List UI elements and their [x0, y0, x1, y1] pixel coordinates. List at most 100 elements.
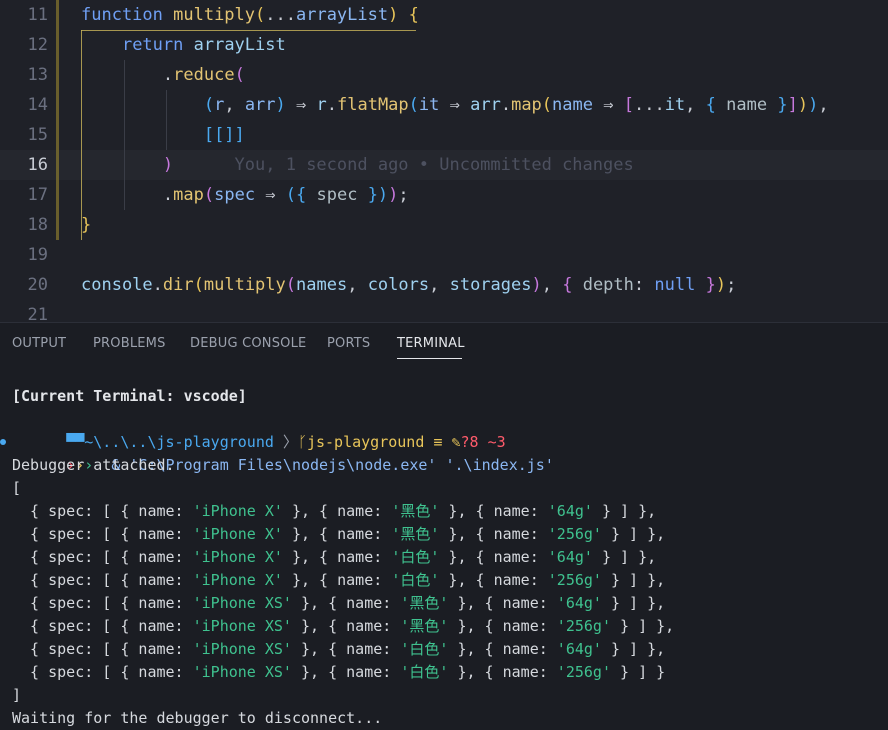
code-text: .map(spec ⇒ ({ spec })); — [81, 180, 409, 210]
indent-guide — [124, 60, 125, 210]
code-token: . — [326, 95, 337, 115]
code-token: . — [162, 65, 174, 85]
code-token: storages — [449, 275, 532, 295]
result-color: 黑色 — [400, 525, 431, 543]
result-storage: '64g' — [556, 640, 602, 658]
code-line[interactable]: 20 console.dir(multiply(names, colors, st… — [0, 270, 888, 300]
tab-debug-console[interactable]: DEBUG CONSOLE — [190, 336, 306, 351]
code-token: , — [224, 95, 245, 115]
result-row: { spec: [ { name: 'iPhone XS' }, { name:… — [12, 638, 665, 661]
code-token: multiply — [173, 5, 256, 25]
result-punctuation: ' — [391, 502, 401, 520]
code-line[interactable]: 13 .reduce( — [0, 60, 888, 90]
code-line[interactable]: 14 (r, arr) ⇒ r.flatMap(it ⇒ arr.map(nam… — [0, 90, 888, 120]
line-number: 18 — [27, 215, 48, 235]
code-token: ) — [162, 155, 174, 175]
tab-terminal[interactable]: TERMINAL — [397, 336, 465, 351]
result-model: 'iPhone X' — [192, 571, 283, 589]
code-token: ( — [541, 95, 553, 115]
code-token: it — [418, 95, 440, 115]
code-editor[interactable]: 11 function multiply(...arrayList) {12 re… — [0, 0, 888, 322]
result-row: { spec: [ { name: 'iPhone XS' }, { name:… — [12, 615, 674, 638]
code-token: ] — [787, 95, 798, 115]
code-token: ( — [234, 65, 245, 85]
code-line[interactable]: 17 .map(spec ⇒ ({ spec })); — [0, 180, 888, 210]
code-token: ⇒ — [255, 185, 286, 205]
result-punctuation: }, { name: — [291, 594, 401, 612]
code-token: colors — [367, 275, 430, 295]
code-token: ) — [531, 275, 542, 295]
result-punctuation: }, { name: — [439, 571, 548, 589]
code-line[interactable]: 11 function multiply(...arrayList) { — [0, 0, 888, 30]
git-blame-annotation: You, 1 second ago • Uncommitted changes — [173, 155, 634, 175]
waiting-text: Waiting for the debugger to disconnect..… — [12, 709, 383, 727]
result-row: { spec: [ { name: 'iPhone X' }, { name: … — [12, 523, 665, 546]
code-token: r — [316, 95, 327, 115]
line-number: 17 — [27, 185, 48, 205]
result-punctuation: } ] } — [610, 663, 666, 681]
result-punctuation: } ] }, — [601, 525, 666, 543]
line-number: 15 — [27, 125, 48, 145]
code-token: , — [541, 275, 563, 295]
command-line: ››› & 'C:\Program Files\nodejs\node.exe'… — [12, 431, 554, 474]
code-line[interactable]: 12 return arrayList — [0, 30, 888, 60]
code-token: arrayList — [193, 35, 286, 55]
code-line[interactable]: 21 — [0, 300, 888, 322]
code-line[interactable]: 15 [[]] — [0, 120, 888, 150]
command-text: & 'C:\Program Files\nodejs\node.exe' '.\… — [111, 456, 554, 474]
array-open-bracket: [ — [12, 479, 22, 497]
result-punctuation: }, { name: — [282, 502, 392, 520]
array-close-bracket: ] — [12, 686, 22, 704]
result-storage: '256g' — [556, 663, 611, 681]
code-text: } — [81, 210, 91, 240]
code-token: function — [81, 5, 174, 25]
code-token: . — [500, 95, 512, 115]
code-token: . — [152, 275, 163, 295]
line-number: 11 — [27, 5, 48, 25]
result-punctuation: }, { name: — [291, 617, 401, 635]
code-token: { — [705, 95, 727, 115]
result-punctuation: }, { name: — [439, 548, 548, 566]
tab-problems[interactable]: PROBLEMS — [93, 336, 166, 351]
tab-ports[interactable]: PORTS — [327, 336, 370, 351]
code-line[interactable]: 16 ) You, 1 second ago • Uncommitted cha… — [0, 150, 888, 180]
result-punctuation: } ] }, — [592, 548, 657, 566]
code-token: flatMap — [337, 95, 409, 115]
result-punctuation: { spec: [ { name: — [12, 525, 193, 543]
code-token: it — [664, 95, 686, 115]
tab-output[interactable]: OUTPUT — [12, 336, 66, 351]
result-punctuation: } ] }, — [592, 502, 657, 520]
code-text: [[]] — [81, 120, 245, 150]
code-token: spec — [316, 185, 358, 205]
result-punctuation: { spec: [ { name: — [12, 571, 193, 589]
code-token: , — [429, 275, 450, 295]
result-storage: '64g' — [556, 594, 602, 612]
code-token: ( — [285, 275, 297, 295]
current-terminal-label: [Current Terminal: vscode] — [12, 387, 247, 405]
code-token: multiply — [203, 275, 286, 295]
code-token: ... — [633, 95, 665, 115]
result-color: 白色 — [400, 548, 431, 566]
code-token: ( — [193, 275, 204, 295]
result-storage: '256g' — [547, 571, 602, 589]
result-punctuation: { spec: [ { name: — [12, 548, 193, 566]
result-storage: '64g' — [547, 502, 593, 520]
result-color: 黑色 — [409, 594, 440, 612]
code-token: : — [633, 275, 655, 295]
code-line[interactable]: 19 — [0, 240, 888, 270]
code-line[interactable]: 18} — [0, 210, 888, 240]
result-punctuation: }, { name: — [448, 663, 557, 681]
code-token: map — [511, 95, 542, 115]
line-number: 13 — [27, 65, 48, 85]
code-text: ) You, 1 second ago • Uncommitted change… — [81, 150, 634, 180]
code-token: ; — [726, 275, 737, 295]
code-token: ⇒ — [593, 95, 624, 115]
result-punctuation: ' — [391, 548, 401, 566]
result-row: { spec: [ { name: 'iPhone XS' }, { name:… — [12, 661, 665, 684]
code-token: arr — [244, 95, 276, 115]
code-text: (r, arr) ⇒ r.flatMap(it ⇒ arr.map(name ⇒… — [81, 90, 829, 120]
code-token: reduce — [173, 65, 235, 85]
code-token: . — [162, 185, 174, 205]
code-token: ; — [398, 185, 409, 205]
